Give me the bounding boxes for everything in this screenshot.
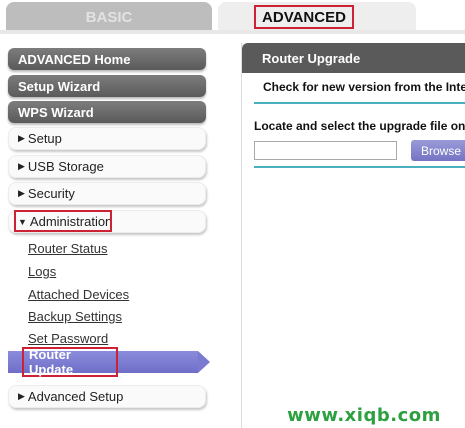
sidebar-item-label: Advanced Setup <box>27 389 124 404</box>
sidebar-item-label: WPS Wizard <box>18 104 94 120</box>
triangle-right-icon: ▶ <box>18 391 25 401</box>
sidebar-item-label: USB Storage <box>27 159 104 174</box>
triangle-right-icon: ▶ <box>18 161 25 171</box>
sidebar-item-advanced-home[interactable]: ADVANCED Home <box>8 48 206 70</box>
administration-highlight-box <box>14 210 112 232</box>
watermark-text: www.xiqb.com <box>264 402 464 428</box>
main-panel: Router Upgrade Check for new version fro… <box>241 43 465 428</box>
sidebar-item-setup-wizard[interactable]: Setup Wizard <box>8 75 206 97</box>
active-pointer-icon <box>198 351 210 373</box>
page-title-text: Router Upgrade <box>262 50 361 66</box>
sidebar-subitem-router-status[interactable]: Router Status <box>28 241 108 256</box>
check-version-text: Check for new version from the Inte <box>263 80 465 94</box>
sidebar-item-wps-wizard[interactable]: WPS Wizard <box>8 101 206 123</box>
tab-basic-label: BASIC <box>85 8 133 26</box>
sidebar-subitem-set-password[interactable]: Set Password <box>28 331 108 346</box>
sidebar-item-label: Router Update <box>29 347 74 377</box>
browse-button[interactable]: Browse <box>411 140 465 161</box>
sidebar-item-setup[interactable]: ▶ Setup <box>8 127 206 150</box>
triangle-right-icon: ▶ <box>18 188 25 198</box>
sidebar-item-label: Setup Wizard <box>18 78 101 94</box>
sidebar-subitem-logs[interactable]: Logs <box>28 264 56 279</box>
sidebar-item-security[interactable]: ▶ Security <box>8 182 206 205</box>
sidebar-subitem-router-update[interactable]: Router Update <box>22 347 118 377</box>
locate-file-text: Locate and select the upgrade file on <box>254 119 465 133</box>
sidebar-subitem-backup-settings[interactable]: Backup Settings <box>28 309 122 324</box>
section-divider <box>254 166 465 168</box>
content-body: Check for new version from the Inte Loca… <box>242 73 465 428</box>
page-title: Router Upgrade <box>242 43 465 73</box>
tab-basic[interactable]: BASIC <box>6 2 212 32</box>
sidebar-item-label: Security <box>27 186 75 201</box>
sidebar-item-usb-storage[interactable]: ▶ USB Storage <box>8 155 206 178</box>
tab-advanced[interactable]: ADVANCED <box>218 2 416 32</box>
sidebar-item-advanced-setup[interactable]: ▶ Advanced Setup <box>8 385 206 408</box>
sidebar-subitem-attached-devices[interactable]: Attached Devices <box>28 287 129 302</box>
section-divider <box>254 102 465 104</box>
tab-advanced-label: ADVANCED <box>254 5 354 29</box>
sidebar-item-label: Setup <box>27 131 62 146</box>
upgrade-file-input[interactable] <box>254 141 397 160</box>
sidebar-item-label: ADVANCED Home <box>18 51 131 67</box>
triangle-right-icon: ▶ <box>18 133 25 143</box>
